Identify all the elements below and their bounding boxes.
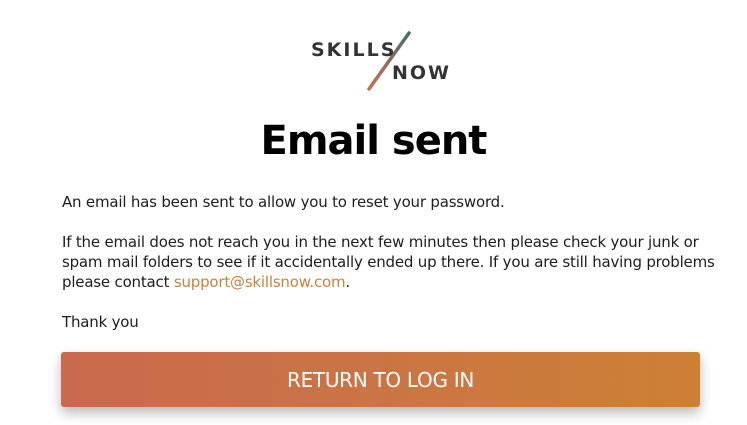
logo-word-skills: SKILLS: [311, 39, 397, 61]
support-email-link[interactable]: support@skillsnow.com: [174, 273, 346, 291]
instructions-end: .: [345, 273, 350, 291]
instructions-text: If the email does not reach you in the n…: [62, 233, 715, 291]
return-to-login-button[interactable]: RETURN TO LOG IN: [61, 352, 700, 407]
instructions-message: If the email does not reach you in the n…: [62, 232, 722, 292]
sent-message: An email has been sent to allow you to r…: [62, 193, 505, 211]
email-sent-page: SKILLS NOW Email sent An email has been …: [0, 0, 747, 425]
logo-word-now: NOW: [392, 62, 452, 84]
page-title: Email sent: [260, 118, 488, 164]
thank-you-text: Thank you: [62, 313, 139, 331]
skills-now-logo: SKILLS NOW: [305, 30, 455, 94]
